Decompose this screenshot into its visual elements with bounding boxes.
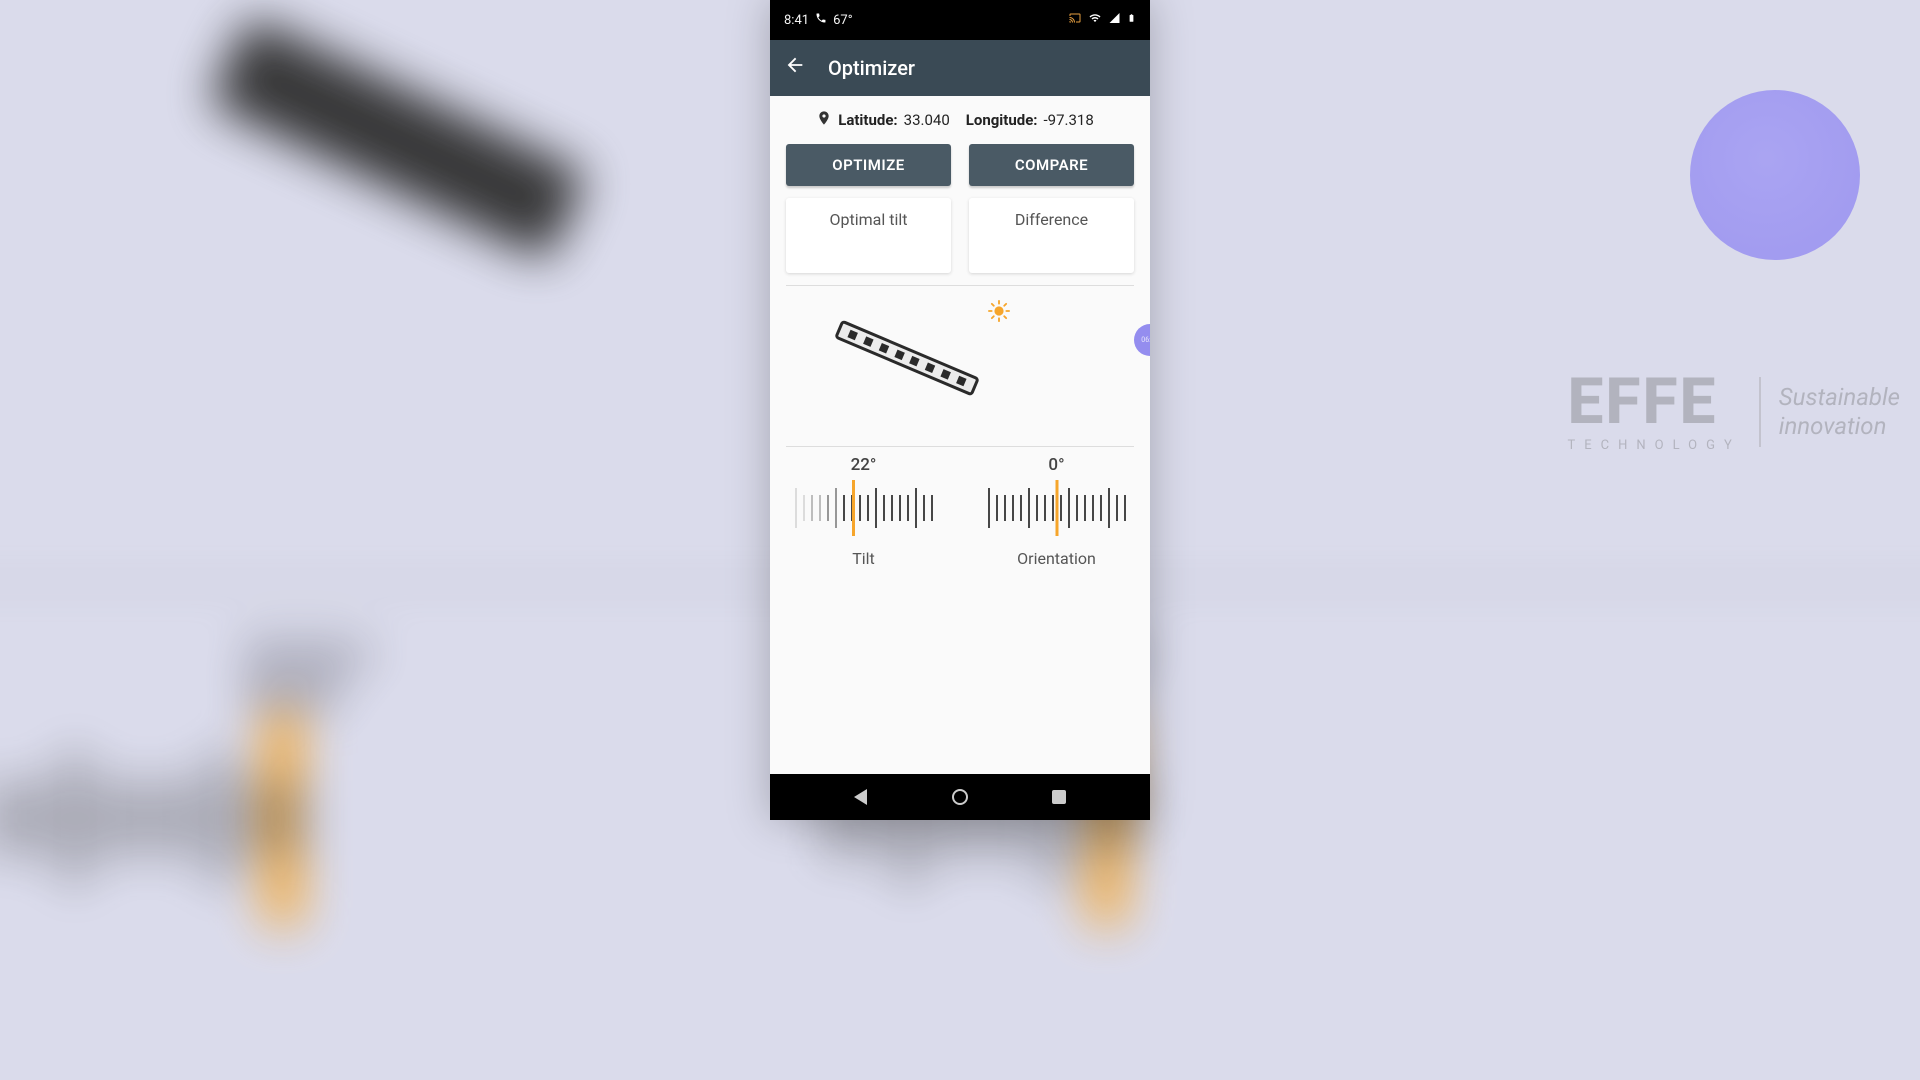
optimal-tilt-label: Optimal tilt (830, 210, 908, 229)
orientation-dial[interactable]: 0° Orientation (973, 455, 1140, 568)
battery-icon (1127, 11, 1136, 29)
longitude-value: -97.318 (1044, 111, 1094, 129)
optimal-tilt-card: Optimal tilt (786, 198, 951, 273)
status-bar: 8:41 67° (770, 0, 1150, 40)
compare-button[interactable]: COMPARE (969, 144, 1134, 186)
orientation-value: 0° (973, 455, 1140, 475)
phone-call-icon (815, 12, 827, 28)
wifi-icon (1088, 12, 1102, 28)
orientation-label: Orientation (973, 549, 1140, 568)
orientation-scale[interactable] (973, 481, 1140, 535)
cast-icon (1068, 12, 1082, 28)
phone-frame: 8:41 67° (770, 0, 1150, 820)
tilt-value: 22° (780, 455, 947, 475)
solar-panel-icon (834, 319, 980, 396)
back-arrow-icon[interactable] (784, 54, 806, 82)
tilt-label: Tilt (780, 549, 947, 568)
optimize-button[interactable]: OPTIMIZE (786, 144, 951, 186)
coordinates-row: Latitude: 33.040 Longitude: -97.318 (770, 96, 1150, 140)
difference-card: Difference (969, 198, 1134, 273)
latitude-value: 33.040 (904, 111, 950, 129)
nav-home-icon[interactable] (952, 789, 968, 805)
tilt-scale[interactable] (780, 481, 947, 535)
app-body: Latitude: 33.040 Longitude: -97.318 OPTI… (770, 96, 1150, 774)
signal-icon (1108, 12, 1121, 28)
panel-illustration: 06:59 (770, 286, 1150, 446)
status-temp: 67° (833, 13, 852, 28)
app-header: Optimizer (770, 40, 1150, 96)
difference-label: Difference (1015, 210, 1088, 229)
nav-back-icon[interactable] (854, 789, 867, 805)
nav-recent-icon[interactable] (1052, 790, 1066, 804)
status-time: 8:41 (784, 13, 809, 28)
tilt-dial[interactable]: 22° Tilt (780, 455, 947, 568)
location-pin-icon (816, 110, 832, 130)
latitude-label: Latitude: (838, 111, 897, 129)
page-title: Optimizer (828, 56, 915, 80)
floating-badge[interactable]: 06:59 (1134, 324, 1150, 356)
sun-icon (988, 300, 1010, 326)
android-nav-bar (770, 774, 1150, 820)
longitude-label: Longitude: (966, 111, 1038, 129)
